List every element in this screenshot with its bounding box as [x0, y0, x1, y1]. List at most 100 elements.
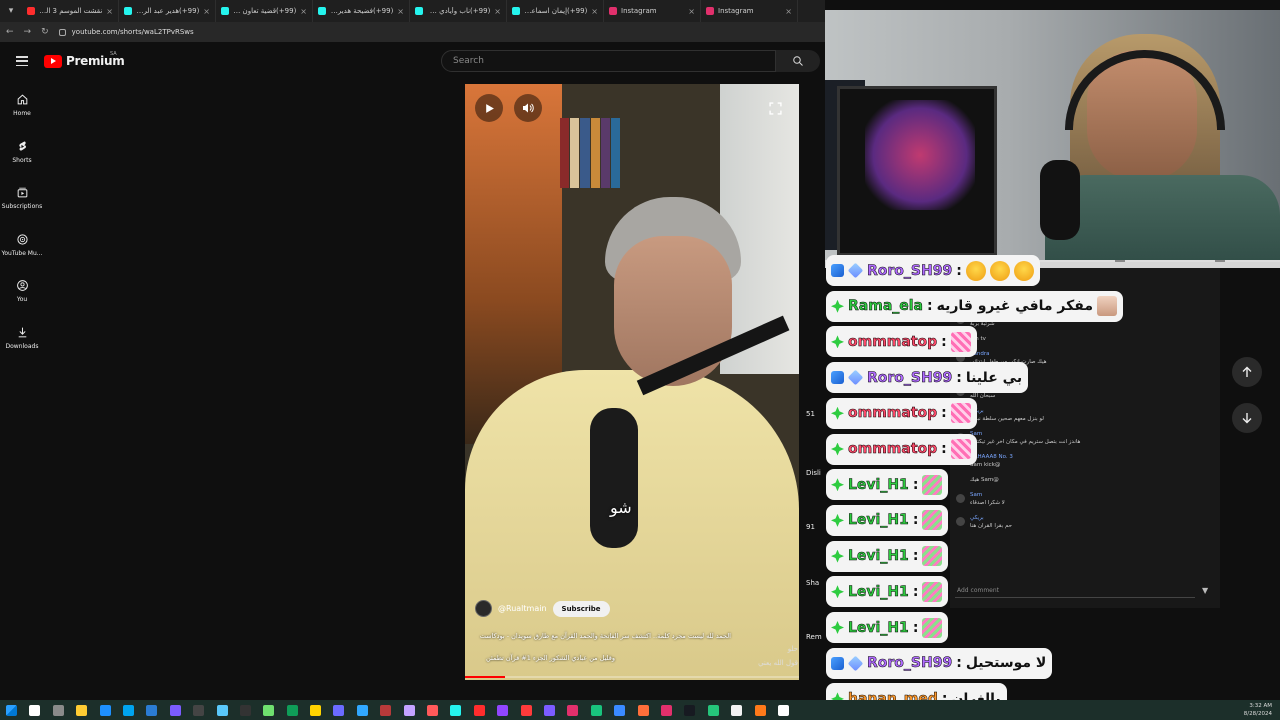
menu-icon[interactable]: [16, 56, 28, 66]
guide-item-youtube-music[interactable]: YouTube Mu...: [0, 222, 44, 269]
browser-tab[interactable]: Instagram ×: [701, 0, 798, 22]
browser-tab[interactable]: (99+)هدير عبد الرازق ...×: [119, 0, 216, 22]
tab-favicon-icon: [512, 7, 520, 15]
taskbar-app-icon[interactable]: [286, 704, 298, 716]
taskbar-app-icon[interactable]: [450, 704, 462, 716]
clock-date: 8/28/2024: [1243, 711, 1272, 717]
taskbar-app-icon[interactable]: [684, 704, 696, 716]
comment-author[interactable]: بريكي: [970, 515, 984, 521]
taskbar-app-icon[interactable]: [356, 704, 368, 716]
taskbar-app-icon[interactable]: [333, 704, 345, 716]
taskbar-app-icon[interactable]: [239, 704, 251, 716]
tab-close-icon[interactable]: ×: [785, 7, 792, 16]
search-input[interactable]: Search: [441, 50, 776, 72]
browser-tab[interactable]: (99+)إيمان اسماعيل وم...×: [507, 0, 604, 22]
taskbar-app-icon[interactable]: [660, 704, 672, 716]
chat-separator: :: [912, 548, 919, 565]
volume-button[interactable]: [514, 94, 542, 122]
emote-green-icon: [922, 474, 943, 495]
tab-close-icon[interactable]: ×: [106, 7, 113, 16]
taskbar-app-icon[interactable]: [637, 704, 649, 716]
chat-username: Levi_H1: [848, 476, 909, 493]
guide-item-shorts[interactable]: Shorts: [0, 129, 44, 176]
shorts-action-label[interactable]: 51: [806, 410, 815, 418]
taskbar-app-icon[interactable]: [76, 704, 88, 716]
tab-close-icon[interactable]: ×: [591, 7, 598, 16]
shorts-action-label[interactable]: 91: [806, 523, 815, 531]
search-placeholder: Search: [453, 56, 484, 66]
taskbar-app-icon[interactable]: [146, 704, 158, 716]
taskbar-app-icon[interactable]: [427, 704, 439, 716]
url-field[interactable]: youtube.com/shorts/waL2TPvRSws: [58, 28, 194, 36]
taskbar-app-icon[interactable]: [310, 704, 322, 716]
guide-item-home[interactable]: Home: [0, 82, 44, 129]
play-button[interactable]: [475, 94, 503, 122]
tab-close-icon[interactable]: ×: [203, 7, 210, 16]
taskbar-app-icon[interactable]: [590, 704, 602, 716]
taskbar-app-icon[interactable]: [567, 704, 579, 716]
tab-close-icon[interactable]: ×: [300, 7, 307, 16]
fullscreen-button[interactable]: [765, 100, 785, 116]
taskbar-app-icon[interactable]: [707, 704, 719, 716]
taskbar-app-icon[interactable]: [731, 704, 743, 716]
tab-close-icon[interactable]: ×: [397, 7, 404, 16]
video-progress-bar[interactable]: [465, 676, 799, 678]
taskbar-app-icon[interactable]: [99, 704, 111, 716]
windows-start-icon[interactable]: [6, 704, 17, 716]
guide-item-you[interactable]: You: [0, 268, 44, 315]
next-short-button[interactable]: [1232, 403, 1262, 433]
taskbar-app-icon[interactable]: [380, 704, 392, 716]
taskbar-app-icon[interactable]: [614, 704, 626, 716]
logo-country-code: SA: [110, 51, 117, 57]
filter-icon[interactable]: ▼: [1202, 586, 1208, 595]
taskbar-clock[interactable]: 3:32 AM 8/28/2024: [1244, 702, 1272, 718]
previous-short-button[interactable]: [1232, 357, 1262, 387]
taskbar-app-icon[interactable]: [777, 704, 789, 716]
site-info-icon[interactable]: [58, 28, 66, 36]
shorts-action-label[interactable]: Sha: [806, 579, 819, 587]
reload-icon[interactable]: ↻: [41, 27, 49, 37]
guide-item-subscriptions[interactable]: Subscriptions: [0, 175, 44, 222]
tab-title: (99+)ناب وأيادي هدير: [427, 7, 491, 15]
tab-list-chevron-icon[interactable]: ▾: [0, 0, 22, 22]
guide-label: Downloads: [5, 342, 39, 350]
forward-arrow-icon[interactable]: →: [24, 27, 32, 37]
taskbar-app-icon[interactable]: [29, 704, 41, 716]
taskbar-app-icon[interactable]: [216, 704, 228, 716]
taskbar-app-icon[interactable]: [754, 704, 766, 716]
taskbar-app-icon[interactable]: [122, 704, 134, 716]
comment-author[interactable]: Sam: [970, 492, 982, 498]
comment-text: لو بنزل معهم صحين سلطة نبولة: [970, 416, 1044, 422]
taskbar-app-icon[interactable]: [520, 704, 532, 716]
taskbar-app-icon[interactable]: [263, 704, 275, 716]
taskbar-app-icon[interactable]: [403, 704, 415, 716]
play-icon: [485, 103, 494, 113]
taskbar-app-icon[interactable]: [497, 704, 509, 716]
comment-avatar[interactable]: [956, 517, 965, 526]
browser-tab[interactable]: (99+)ناب وأيادي هدير ×: [410, 0, 507, 22]
chat-separator: :: [941, 405, 947, 422]
browser-tab[interactable]: (99+)قضية تعاون هدير×: [216, 0, 313, 22]
video-title[interactable]: الحمد لله ليست مجرد كلمة.. اكتشف سر الفا…: [475, 632, 731, 640]
tab-close-icon[interactable]: ×: [494, 7, 501, 16]
browser-tab[interactable]: نقشت الموسم 3 الحلقة×: [22, 0, 119, 22]
tab-close-icon[interactable]: ×: [688, 7, 695, 16]
taskbar-app-icon[interactable]: [543, 704, 555, 716]
browser-tab[interactable]: Instagram ×: [604, 0, 701, 22]
subscribe-button[interactable]: Subscribe: [552, 600, 610, 617]
shorts-action-label[interactable]: Disli: [806, 469, 821, 477]
video-progress-fill: [465, 676, 506, 678]
comment-avatar[interactable]: [956, 494, 965, 503]
guide-item-downloads[interactable]: Downloads: [0, 315, 44, 362]
channel-name[interactable]: @Rualtmain: [498, 604, 547, 613]
taskbar-app-icon[interactable]: [52, 704, 64, 716]
channel-avatar[interactable]: [475, 600, 492, 617]
add-comment-input[interactable]: Add comment: [955, 584, 1195, 598]
back-arrow-icon[interactable]: ←: [6, 27, 14, 37]
taskbar-app-icon[interactable]: [193, 704, 205, 716]
search-button[interactable]: [776, 50, 820, 72]
browser-tab[interactable]: (99+)فضيحة هدير عبد ×: [313, 0, 410, 22]
taskbar-app-icon[interactable]: [169, 704, 181, 716]
shorts-action-label[interactable]: Rem: [806, 633, 822, 641]
taskbar-app-icon[interactable]: [473, 704, 485, 716]
